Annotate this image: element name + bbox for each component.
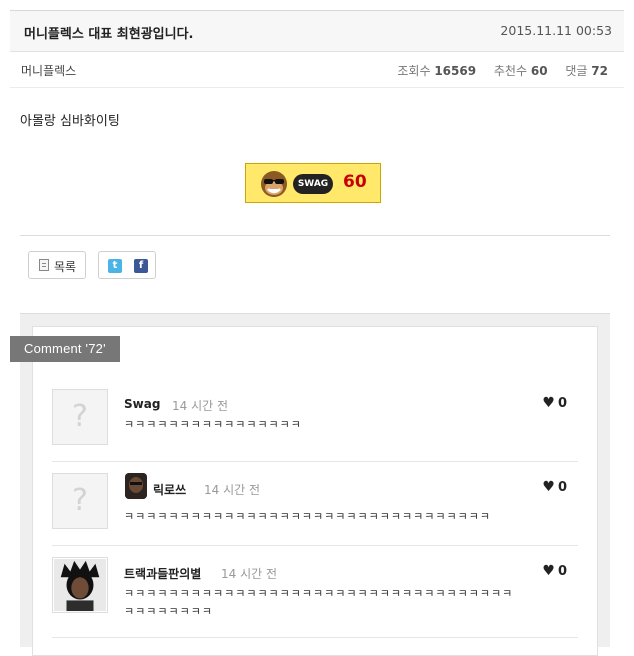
like-button[interactable]: ♥ 0 bbox=[542, 395, 567, 411]
post-date: 2015.11.11 00:53 bbox=[500, 23, 612, 38]
facebook-icon[interactable]: f bbox=[134, 259, 148, 273]
list-button[interactable]: 목록 bbox=[28, 251, 86, 279]
comment-time: 14 시간 전 bbox=[172, 399, 229, 413]
comment-text: ㅋㅋㅋㅋㅋㅋㅋㅋㅋㅋㅋㅋㅋㅋㅋㅋㅋㅋㅋㅋㅋㅋㅋㅋㅋㅋㅋㅋㅋㅋㅋㅋㅋㅋㅋ bbox=[124, 587, 514, 600]
like-count: 0 bbox=[557, 564, 567, 579]
share-buttons: t f bbox=[98, 251, 156, 279]
swag-count: 60 bbox=[343, 172, 367, 192]
comment-item: ? Swag 14 시간 전 ♥ 0 ㅋㅋㅋㅋㅋㅋㅋㅋㅋㅋㅋㅋㅋㅋㅋㅋ bbox=[52, 389, 578, 462]
comment-author[interactable]: 릭로쓰 bbox=[153, 481, 186, 498]
comment-count-tab: Comment '72' bbox=[10, 336, 120, 362]
comment-text: ㅋㅋㅋㅋㅋㅋㅋㅋㅋㅋㅋㅋㅋㅋㅋㅋ bbox=[124, 418, 302, 431]
comment-item: 트랙과들판의별 14 시간 전 ♥ 0 ㅋㅋㅋㅋㅋㅋㅋㅋㅋㅋㅋㅋㅋㅋㅋㅋㅋㅋㅋㅋㅋ… bbox=[52, 557, 578, 638]
views-label: 조회수 bbox=[397, 64, 431, 78]
heart-icon: ♥ bbox=[542, 563, 555, 579]
comments-count: 72 bbox=[591, 64, 608, 78]
content-divider bbox=[20, 235, 610, 236]
post-header: 머니플렉스 대표 최현광입니다. 2015.11.11 00:53 bbox=[10, 10, 624, 52]
list-button-label: 목록 bbox=[54, 260, 77, 274]
heart-icon: ♥ bbox=[542, 395, 555, 411]
author-name[interactable]: 머니플렉스 bbox=[21, 62, 76, 79]
comment-text-continued: ㅋㅋㅋㅋㅋㅋㅋㅋ bbox=[124, 605, 213, 618]
views-count: 16569 bbox=[434, 64, 477, 78]
recommend-label: 추천수 bbox=[493, 64, 528, 78]
post-stats: 조회수 16569 추천수 60 댓글 72 bbox=[397, 62, 610, 79]
recommend-count: 60 bbox=[530, 64, 548, 78]
swag-label: SWAG bbox=[293, 174, 333, 194]
user-level-avatar-icon bbox=[125, 473, 147, 499]
comment-time: 14 시간 전 bbox=[204, 483, 261, 497]
post-meta: 머니플렉스 조회수 16569 추천수 60 댓글 72 bbox=[10, 51, 624, 88]
comment-text: ㅋㅋㅋㅋㅋㅋㅋㅋㅋㅋㅋㅋㅋㅋㅋㅋㅋㅋㅋㅋㅋㅋㅋㅋㅋㅋㅋㅋㅋㅋㅋㅋㅋ bbox=[124, 510, 491, 523]
default-avatar-icon: ? bbox=[52, 389, 108, 445]
twitter-icon[interactable]: t bbox=[108, 259, 122, 273]
like-count: 0 bbox=[557, 480, 567, 495]
post-title: 머니플렉스 대표 최현광입니다. bbox=[24, 27, 194, 42]
default-avatar-icon: ? bbox=[52, 473, 108, 529]
comments-label: 댓글 bbox=[565, 64, 588, 78]
post-body: 아몰랑 심바화이팅 bbox=[20, 114, 120, 129]
like-count: 0 bbox=[557, 396, 567, 411]
comment-item: ? 릭로쓰 14 시간 전 ♥ 0 ㅋㅋㅋㅋㅋㅋㅋㅋㅋㅋㅋㅋㅋㅋㅋㅋㅋㅋㅋㅋㅋㅋㅋ… bbox=[52, 473, 578, 546]
comment-author[interactable]: Swag bbox=[124, 397, 160, 411]
like-button[interactable]: ♥ 0 bbox=[542, 479, 567, 495]
user-photo-avatar bbox=[52, 557, 108, 613]
comment-time: 14 시간 전 bbox=[221, 567, 278, 581]
swag-monkey-icon bbox=[261, 171, 287, 197]
swag-recommend-button[interactable]: SWAG 60 bbox=[245, 163, 381, 203]
document-list-icon bbox=[39, 259, 49, 271]
heart-icon: ♥ bbox=[542, 479, 555, 495]
comment-author[interactable]: 트랙과들판의별 bbox=[124, 565, 201, 582]
like-button[interactable]: ♥ 0 bbox=[542, 563, 567, 579]
